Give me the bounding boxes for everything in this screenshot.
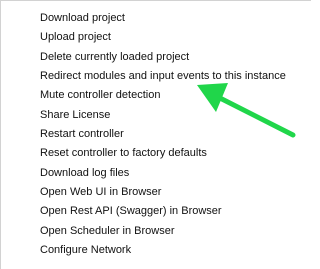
menu-item-download-log-files[interactable]: Download log files xyxy=(1,164,311,183)
menu-item-mute-controller-detection[interactable]: Mute controller detection xyxy=(1,86,311,105)
screenshot-page: Download project Upload project Delete c… xyxy=(0,0,311,269)
menu-item-restart-controller[interactable]: Restart controller xyxy=(1,125,311,144)
menu-item-share-license[interactable]: Share License xyxy=(1,106,311,125)
context-menu-list: Download project Upload project Delete c… xyxy=(1,9,311,260)
menu-item-open-scheduler[interactable]: Open Scheduler in Browser xyxy=(1,222,311,241)
menu-item-delete-loaded-project[interactable]: Delete currently loaded project xyxy=(1,48,311,67)
menu-item-upload-project[interactable]: Upload project xyxy=(1,28,311,47)
context-menu: Download project Upload project Delete c… xyxy=(0,0,311,269)
menu-item-download-project[interactable]: Download project xyxy=(1,9,311,28)
menu-item-configure-network[interactable]: Configure Network xyxy=(1,241,311,260)
menu-item-reset-factory-defaults[interactable]: Reset controller to factory defaults xyxy=(1,144,311,163)
menu-item-open-web-ui[interactable]: Open Web UI in Browser xyxy=(1,183,311,202)
menu-item-redirect-modules[interactable]: Redirect modules and input events to thi… xyxy=(1,67,311,86)
menu-item-open-rest-api[interactable]: Open Rest API (Swagger) in Browser xyxy=(1,202,311,221)
